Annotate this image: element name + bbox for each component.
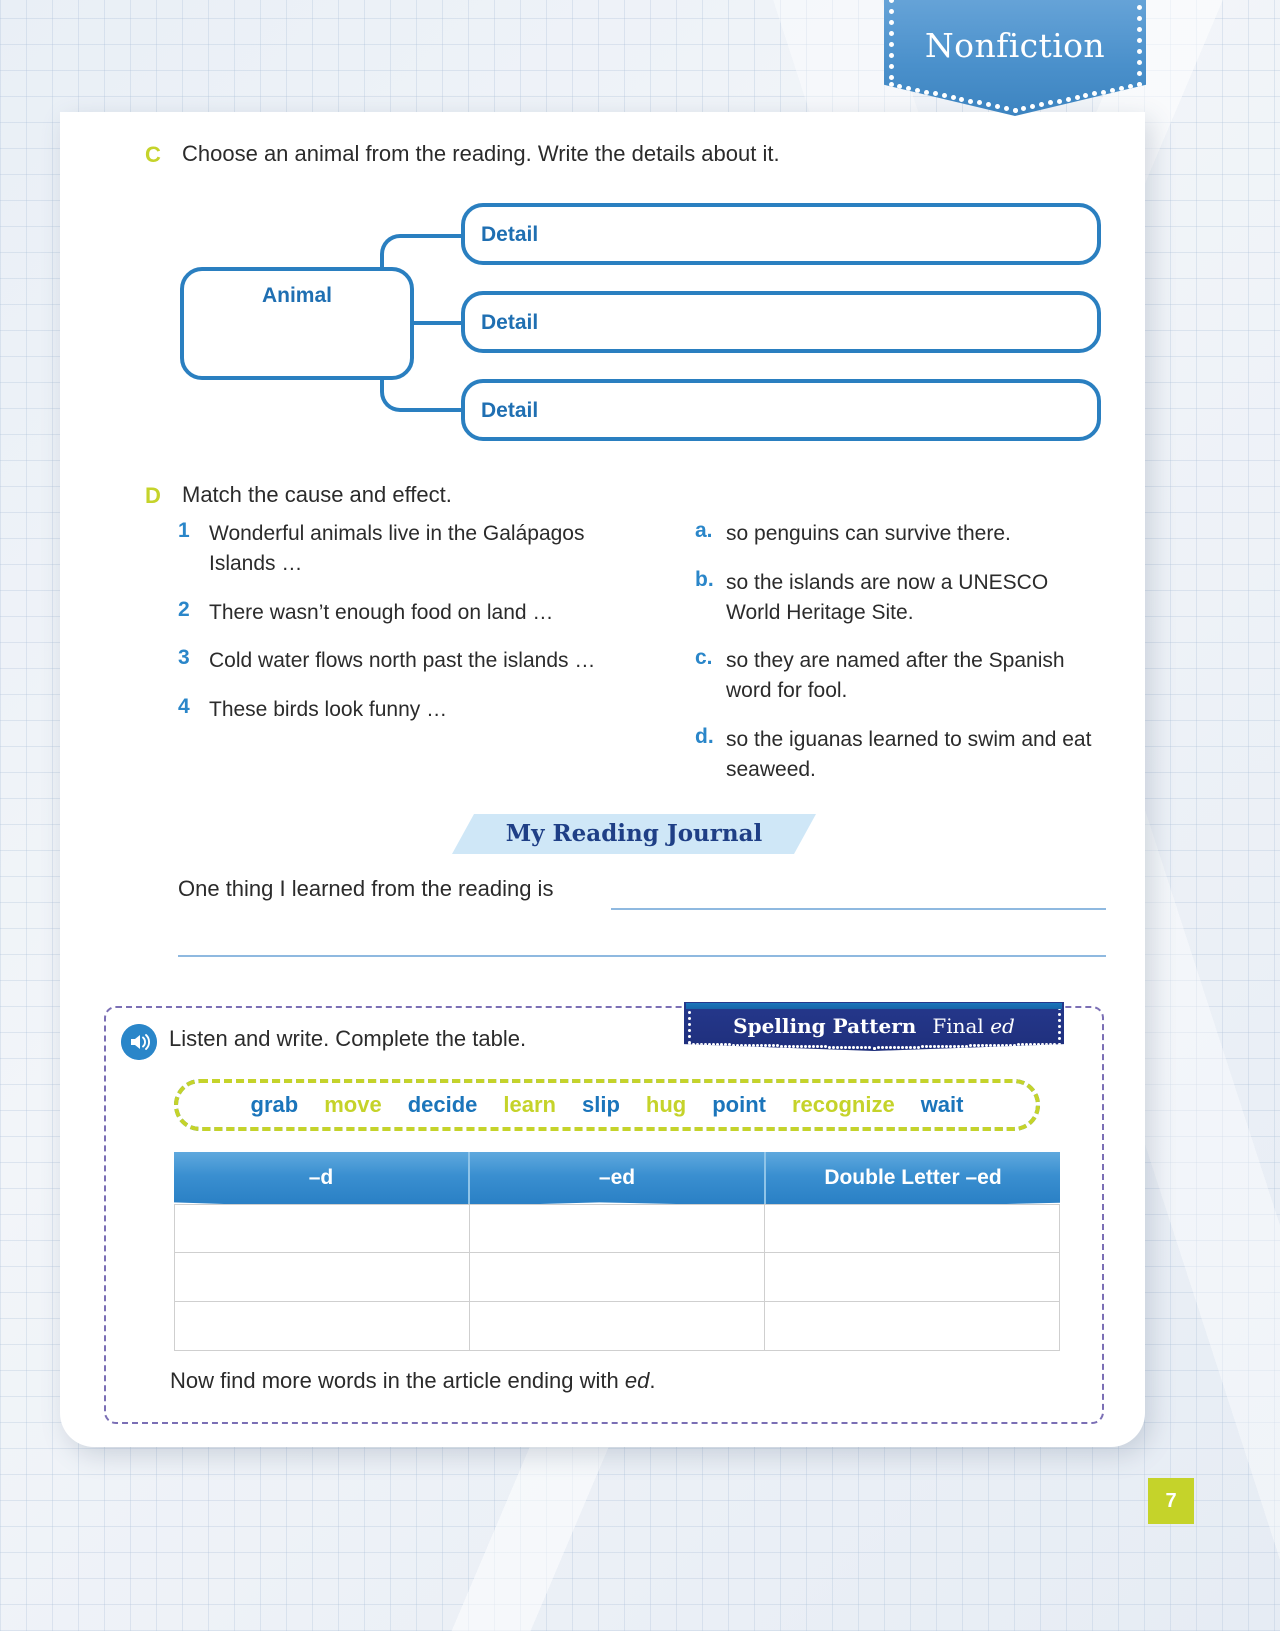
word-bank-word[interactable]: recognize xyxy=(792,1092,895,1118)
cause-number-1: 1 xyxy=(178,519,190,542)
matching-cause-row[interactable]: 2 There wasn’t enough food on land … xyxy=(178,598,598,628)
ribbon-title: Nonfiction xyxy=(924,26,1106,65)
cause-text-4: These birds look funny … xyxy=(209,698,448,722)
task-d-instruction: Match the cause and effect. xyxy=(182,482,452,507)
effect-text-b: so the islands are now a UNESCO World He… xyxy=(726,570,1049,624)
matching-cause-row[interactable]: 3 Cold water flows north past the island… xyxy=(178,646,598,676)
matching-causes-column: 1 Wonderful animals live in the Galápago… xyxy=(178,519,598,744)
find-more-suffix: . xyxy=(649,1368,656,1393)
matching-effect-row[interactable]: a. so penguins can survive there. xyxy=(695,519,1095,549)
table-cell[interactable] xyxy=(470,1302,765,1351)
matching-effect-row[interactable]: b. so the islands are now a UNESCO World… xyxy=(695,568,1095,628)
word-bank-word[interactable]: point xyxy=(712,1092,766,1118)
task-c-letter: C xyxy=(145,142,161,167)
header-label-d: –d xyxy=(308,1166,334,1189)
cause-number-4: 4 xyxy=(178,695,190,719)
organizer-detail-box-3[interactable]: Detail xyxy=(461,379,1101,441)
spelling-table-header-cell-2: –ed xyxy=(470,1152,766,1204)
table-cell[interactable] xyxy=(765,1253,1060,1302)
word-bank-word[interactable]: learn xyxy=(503,1092,556,1118)
spelling-table-body xyxy=(174,1204,1060,1351)
cause-number-2: 2 xyxy=(178,597,190,621)
matching-effects-column: a. so penguins can survive there. b. so … xyxy=(695,519,1095,804)
word-bank-word[interactable]: move xyxy=(324,1092,381,1118)
matching-effect-row[interactable]: c. so they are named after the Spanish w… xyxy=(695,646,1095,706)
header-label-double-ed: Double Letter –ed xyxy=(824,1166,1002,1189)
cause-text-1: Wonderful animals live in the Galápagos … xyxy=(209,522,585,575)
organizer-detail-box-2[interactable]: Detail xyxy=(461,291,1101,353)
table-row xyxy=(174,1204,1060,1253)
spelling-tab-label: Spelling Pattern Final ed xyxy=(684,1014,1064,1038)
effect-letter-a: a. xyxy=(695,519,713,542)
spelling-table-header-cell-3: Double Letter –ed xyxy=(766,1152,1060,1204)
spelling-tab-pattern-prefix: Final xyxy=(932,1014,991,1038)
matching-cause-row[interactable]: 1 Wonderful animals live in the Galápago… xyxy=(178,519,598,579)
reading-journal-banner: My Reading Journal xyxy=(452,814,816,854)
word-bank-word[interactable]: decide xyxy=(408,1092,478,1118)
organizer-animal-label: Animal xyxy=(261,284,332,307)
effect-letter-d: d. xyxy=(695,725,714,749)
speaker-icon[interactable] xyxy=(121,1024,157,1060)
table-cell[interactable] xyxy=(470,1253,765,1302)
matching-cause-row[interactable]: 4 These birds look funny … xyxy=(178,695,598,725)
cause-number-3: 3 xyxy=(178,646,190,670)
cause-text-3: Cold water flows north past the islands … xyxy=(209,649,596,673)
word-bank-word[interactable]: hug xyxy=(646,1092,686,1118)
word-bank: grab move decide learn slip hug point recognize… xyxy=(174,1079,1040,1131)
organizer-detail-label-3: Detail xyxy=(481,399,539,422)
page-number: 7 xyxy=(1148,1478,1194,1524)
task-d-letter: D xyxy=(145,483,161,508)
matching-effect-row[interactable]: d. so the iguanas learned to swim and ea… xyxy=(695,725,1095,785)
word-bank-word[interactable]: grab xyxy=(251,1092,299,1118)
word-bank-word[interactable]: wait xyxy=(921,1092,964,1118)
listen-instruction: Listen and write. Complete the table. xyxy=(169,1026,527,1051)
organizer-detail-label-1: Detail xyxy=(481,223,539,246)
spelling-tab-topbar xyxy=(686,1003,1062,1009)
table-cell[interactable] xyxy=(174,1253,470,1302)
table-row xyxy=(174,1253,1060,1302)
table-cell[interactable] xyxy=(765,1204,1060,1253)
table-cell[interactable] xyxy=(470,1204,765,1253)
table-cell[interactable] xyxy=(174,1302,470,1351)
spelling-table: –d –ed Double Letter –ed xyxy=(174,1152,1060,1352)
find-more-prefix: Now find more words in the article endin… xyxy=(170,1368,625,1393)
spelling-tab-pattern-italic: ed xyxy=(990,1014,1015,1038)
header-label-ed: –ed xyxy=(598,1166,636,1189)
task-c-instruction: Choose an animal from the reading. Write… xyxy=(182,141,780,166)
organizer-connector-middle xyxy=(414,321,466,325)
effect-letter-b: b. xyxy=(695,567,714,591)
word-bank-words: grab move decide learn slip hug point recognize… xyxy=(178,1083,1036,1127)
organizer-detail-box-1[interactable]: Detail xyxy=(461,203,1101,265)
effect-text-d: so the iguanas learned to swim and eat s… xyxy=(726,728,1092,781)
table-cell[interactable] xyxy=(174,1204,470,1253)
journal-writing-line-1[interactable] xyxy=(611,908,1106,910)
spelling-pattern-tab: Spelling Pattern Final ed xyxy=(684,1002,1064,1051)
spelling-table-header-cell-1: –d xyxy=(174,1152,470,1204)
organizer-detail-label-2: Detail xyxy=(481,311,539,334)
find-more-italic: ed xyxy=(624,1368,650,1393)
spelling-tab-title: Spelling Pattern xyxy=(733,1014,917,1038)
journal-writing-line-2[interactable] xyxy=(178,955,1106,957)
table-cell[interactable] xyxy=(765,1302,1060,1351)
effect-text-a: so penguins can survive there. xyxy=(726,522,1011,545)
reading-journal-prompt: One thing I learned from the reading is xyxy=(178,876,554,901)
effect-letter-c: c. xyxy=(695,646,713,670)
effect-text-c: so they are named after the Spanish word… xyxy=(726,649,1065,703)
cause-text-2: There wasn’t enough food on land … xyxy=(209,600,554,624)
word-bank-word[interactable]: slip xyxy=(582,1092,620,1118)
spelling-table-header: –d –ed Double Letter –ed xyxy=(174,1152,1060,1204)
organizer-animal-box[interactable]: Animal xyxy=(180,267,414,380)
reading-journal-title: My Reading Journal xyxy=(505,820,763,847)
find-more-words-text: Now find more words in the article endin… xyxy=(170,1368,656,1394)
table-row xyxy=(174,1302,1060,1351)
graphic-organizer: Animal Detail Detail Detail xyxy=(178,193,1103,445)
